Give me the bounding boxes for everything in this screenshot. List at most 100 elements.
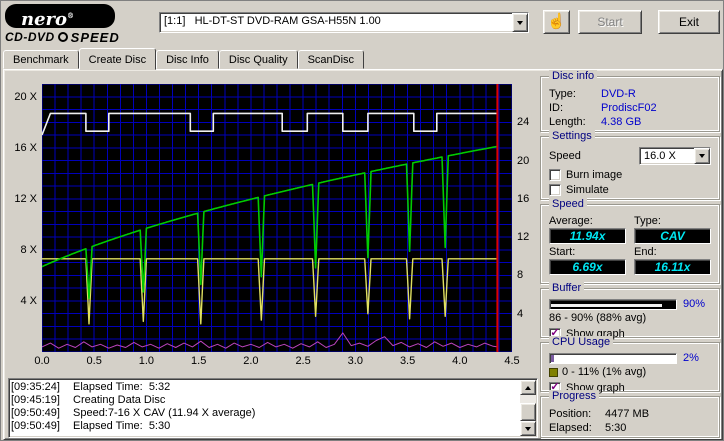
log-timestamp: [09:35:24] — [11, 381, 60, 393]
drive-select-arrow-button[interactable] — [512, 13, 528, 32]
x-axis-tick-label: 1.5 — [191, 355, 207, 367]
settings-group: Settings Speed 16.0 X Burn image Simulat… — [540, 130, 720, 200]
buffer-title: Buffer — [549, 282, 585, 294]
tab-bar: Benchmark Create Disc Disc Info Disc Qua… — [3, 48, 365, 70]
disc-icon — [57, 32, 68, 42]
x-axis-tick-label: 3.0 — [347, 355, 363, 367]
axis-tick-label: 16 X — [14, 141, 37, 154]
progress-group: Progress Position: 4477 MB Elapsed: 5:30 — [540, 390, 720, 438]
end-speed-label: End: — [634, 246, 657, 258]
tab-disc-info[interactable]: Disc Info — [156, 50, 219, 69]
buffer-meter — [549, 298, 677, 310]
simulate-checkbox[interactable]: Simulate — [549, 184, 711, 196]
logo-cd-dvd-text: CD-DVD — [5, 30, 55, 44]
cpu-meter — [549, 352, 677, 364]
disc-id-label: ID: — [549, 102, 564, 114]
disc-info-title: Disc info — [549, 70, 598, 82]
axis-tick-label: 20 — [517, 154, 530, 167]
burn-image-label: Burn image — [566, 169, 623, 181]
axis-tick-label: 12 — [517, 231, 530, 244]
log-entry: [09:35:24] Elapsed Time: 5:32 — [11, 381, 519, 394]
axis-tick-label: 12 X — [14, 192, 37, 205]
start-button[interactable]: Start — [578, 10, 642, 34]
log-entry: [09:45:19] Creating Data Disc — [11, 394, 519, 407]
settings-title: Settings — [549, 130, 595, 142]
cpu-usage-group: CPU Usage 2% 0 - 11% (1% avg) ✓ Show gra… — [540, 336, 720, 394]
exit-button[interactable]: Exit — [658, 10, 720, 34]
nero-logo: nero® — [5, 4, 115, 30]
scrollbar-thumb[interactable] — [520, 403, 536, 421]
disc-type-value: DVD-R — [601, 88, 636, 100]
cpu-legend-swatch — [549, 368, 558, 377]
x-axis-tick-label: 0.5 — [86, 355, 102, 367]
chevron-down-icon — [525, 426, 531, 431]
axis-tick-label: 8 — [517, 269, 524, 282]
cpu-percent: 2% — [683, 352, 699, 364]
tab-scandisc[interactable]: ScanDisc — [297, 50, 365, 69]
burn-image-checkbox-box[interactable] — [549, 169, 561, 181]
disc-id-value: ProdiscF02 — [601, 102, 657, 114]
cd-dvd-speed-logo: CD-DVD SPEED — [5, 29, 120, 45]
log-entry: [09:50:49] Elapsed Time: 5:30 — [11, 420, 519, 433]
create-disc-panel: 20 X 16 X 12 X 8 X 4 X 24 20 16 12 8 4 0.0 0.5 1.0 1… — [3, 69, 723, 440]
x-axis-tick-label: 3.5 — [399, 355, 416, 367]
x-axis-labels: 0.0 0.5 1.0 1.5 2.0 2.5 3.0 3.5 4.0 4.5 — [34, 355, 519, 368]
x-axis-tick-label: 1.0 — [138, 355, 155, 367]
hand-icon: ☝ — [547, 13, 566, 30]
options-button[interactable]: ☝ — [543, 10, 570, 34]
log-lines: [09:35:24] Elapsed Time: 5:32 [09:45:19] C… — [11, 381, 519, 435]
average-speed-label: Average: — [549, 215, 593, 227]
burn-image-checkbox[interactable]: Burn image — [549, 169, 711, 181]
axis-tick-label: 20 X — [14, 90, 37, 103]
speed-type-label: Type: — [634, 215, 661, 227]
chart-plot — [42, 84, 512, 352]
disc-length-value: 4.38 GB — [601, 116, 642, 128]
tab-create-disc[interactable]: Create Disc — [78, 48, 157, 70]
disc-type-label: Type: — [549, 88, 576, 100]
average-speed-display: 11.94x — [549, 228, 626, 244]
drive-select-value: [1:1] HL-DT-ST DVD-RAM GSA-H55N 1.00 — [164, 15, 381, 27]
log-box: [09:35:24] Elapsed Time: 5:32 [09:45:19] C… — [8, 378, 538, 438]
chart-plot-svg — [42, 84, 512, 352]
start-speed-label: Start: — [549, 246, 576, 258]
scroll-up-button[interactable] — [520, 380, 536, 395]
log-message: Speed:7-16 X CAV (11.94 X average) — [73, 407, 256, 419]
x-axis-tick-label: 2.5 — [295, 355, 311, 367]
log-scrollbar[interactable] — [520, 380, 536, 436]
scroll-down-button[interactable] — [520, 421, 536, 436]
buffer-group: Buffer 90% 86 - 90% (88% avg) ✓ Show gra… — [540, 282, 720, 340]
right-axis-labels: 24 20 16 12 8 4 — [515, 84, 539, 352]
tab-disc-quality[interactable]: Disc Quality — [218, 50, 298, 69]
speed-type-display: CAV — [634, 228, 711, 244]
simulate-label: Simulate — [566, 184, 609, 196]
log-timestamp: [09:50:49] — [11, 407, 60, 419]
speed-setting-label: Speed — [549, 150, 581, 162]
speed-select-arrow-button[interactable] — [694, 148, 710, 164]
simulate-checkbox-box[interactable] — [549, 184, 561, 196]
log-message: Elapsed Time: 5:30 — [73, 420, 171, 432]
tab-benchmark[interactable]: Benchmark — [3, 50, 79, 69]
x-axis-tick-label: 2.0 — [243, 355, 259, 367]
x-axis-tick-label: 4.5 — [504, 355, 520, 367]
elapsed-label: Elapsed: — [549, 422, 592, 434]
position-value: 4477 MB — [605, 408, 650, 420]
log-timestamp: [09:45:19] — [11, 394, 60, 406]
elapsed-value: 5:30 — [605, 422, 627, 434]
log-timestamp: [09:50:49] — [11, 420, 60, 432]
buffer-range-text: 86 - 90% (88% avg) — [549, 312, 647, 324]
nero-logo-text: nero — [21, 9, 68, 30]
disc-info-group: Disc info Type: DVD-R ID: ProdiscF02 Lengt… — [540, 70, 720, 132]
buffer-bar-fill — [551, 303, 662, 307]
speed-select[interactable]: 16.0 X — [639, 147, 711, 165]
progress-title: Progress — [549, 390, 600, 402]
x-axis-tick-label: 4.0 — [452, 355, 468, 367]
registered-mark-icon: ® — [67, 11, 75, 20]
position-label: Position: — [549, 408, 592, 420]
logo-speed-text: SPEED — [70, 29, 120, 45]
chevron-down-icon — [517, 20, 523, 25]
left-axis-labels: 20 X 16 X 12 X 8 X 4 X — [6, 84, 40, 352]
chevron-up-icon — [525, 385, 531, 390]
disc-length-label: Length: — [549, 116, 586, 128]
nero-cd-dvd-speed-window: nero® CD-DVD SPEED [1:1] HL-DT-ST DVD-RA… — [0, 0, 724, 441]
drive-select[interactable]: [1:1] HL-DT-ST DVD-RAM GSA-H55N 1.00 — [159, 12, 529, 33]
